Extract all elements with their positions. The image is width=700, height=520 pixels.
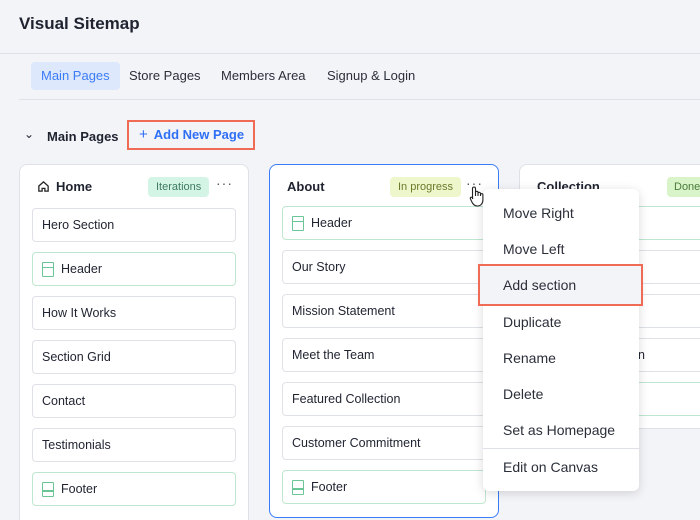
chevron-down-icon[interactable]: ⌄ bbox=[24, 127, 34, 141]
section-label: Header bbox=[61, 262, 102, 276]
section-item[interactable]: Header bbox=[32, 252, 236, 286]
tab-members-area[interactable]: Members Area bbox=[211, 62, 316, 90]
section-item[interactable]: Customer Commitment bbox=[282, 426, 486, 460]
tab-signup-login[interactable]: Signup & Login bbox=[317, 62, 425, 90]
section-label: Hero Section bbox=[42, 218, 115, 232]
menu-item-delete[interactable]: Delete bbox=[483, 377, 639, 411]
section-item[interactable]: Hero Section bbox=[32, 208, 236, 242]
section-label: Mission Statement bbox=[292, 304, 395, 318]
menu-item-move-right[interactable]: Move Right bbox=[483, 196, 639, 230]
header-section-icon bbox=[292, 215, 304, 231]
section-label: Footer bbox=[311, 480, 348, 494]
footer-section-icon bbox=[292, 479, 304, 495]
divider bbox=[0, 53, 700, 54]
menu-item-edit-on-canvas[interactable]: Edit on Canvas bbox=[483, 450, 639, 484]
section-label: Featured Collection bbox=[292, 392, 401, 406]
section-item[interactable]: Footer bbox=[32, 472, 236, 506]
section-item[interactable]: Testimonials bbox=[32, 428, 236, 462]
header-section-icon bbox=[42, 261, 54, 277]
status-badge[interactable]: Done bbox=[667, 177, 700, 197]
status-badge[interactable]: Iterations bbox=[148, 177, 210, 197]
section-item[interactable]: Section Grid bbox=[32, 340, 236, 374]
section-label: Footer bbox=[61, 482, 98, 496]
page-title: Visual Sitemap bbox=[19, 14, 140, 33]
section-item[interactable]: Header bbox=[282, 206, 486, 240]
section-item[interactable]: Contact bbox=[32, 384, 236, 418]
page-card-home[interactable]: Home Iterations ··· Hero Section Header How I… bbox=[19, 164, 249, 520]
section-item[interactable]: Our Story bbox=[282, 250, 486, 284]
section-label: Main Pages bbox=[47, 129, 119, 144]
section-item[interactable]: Footer bbox=[282, 470, 486, 504]
add-new-page-label: Add New Page bbox=[153, 127, 245, 142]
section-label: Our Story bbox=[292, 260, 346, 274]
plus-icon: + bbox=[139, 126, 148, 143]
card-title-text: About bbox=[287, 179, 325, 194]
page-card-about[interactable]: About In progress ··· Header Our Story Missio… bbox=[269, 164, 499, 518]
section-label: How It Works bbox=[42, 306, 117, 320]
home-icon bbox=[38, 180, 49, 192]
card-title-text: Home bbox=[56, 179, 93, 194]
page-context-menu: Move Right Move Left Add section Duplicate R… bbox=[478, 189, 643, 491]
section-label: n bbox=[638, 348, 645, 362]
menu-item-move-left[interactable]: Move Left bbox=[483, 232, 639, 266]
tab-main-pages[interactable]: Main Pages bbox=[31, 62, 120, 90]
section-label: Customer Commitment bbox=[292, 436, 421, 450]
more-options-icon[interactable]: ··· bbox=[216, 175, 233, 191]
section-label: Contact bbox=[42, 394, 86, 408]
menu-item-rename[interactable]: Rename bbox=[483, 341, 639, 375]
menu-divider bbox=[483, 448, 639, 449]
menu-item-duplicate[interactable]: Duplicate bbox=[483, 305, 639, 339]
menu-item-set-as-homepage[interactable]: Set as Homepage bbox=[483, 413, 639, 447]
section-label: Meet the Team bbox=[292, 348, 375, 362]
footer-section-icon bbox=[42, 481, 54, 497]
section-item[interactable]: Featured Collection bbox=[282, 382, 486, 416]
section-label: Section Grid bbox=[42, 350, 111, 364]
section-item[interactable]: Mission Statement bbox=[282, 294, 486, 328]
section-label: Header bbox=[311, 216, 352, 230]
section-label: Testimonials bbox=[42, 438, 111, 452]
card-title: About bbox=[287, 179, 325, 194]
status-badge[interactable]: In progress bbox=[390, 177, 462, 197]
section-item[interactable]: Meet the Team bbox=[282, 338, 486, 372]
divider bbox=[19, 99, 700, 100]
section-item[interactable]: How It Works bbox=[32, 296, 236, 330]
tab-store-pages[interactable]: Store Pages bbox=[119, 62, 211, 90]
menu-item-add-section[interactable]: Add section bbox=[478, 264, 643, 306]
card-title: Home bbox=[37, 179, 92, 194]
add-new-page-button[interactable]: + Add New Page bbox=[127, 120, 255, 150]
hand-cursor-icon bbox=[468, 185, 488, 214]
